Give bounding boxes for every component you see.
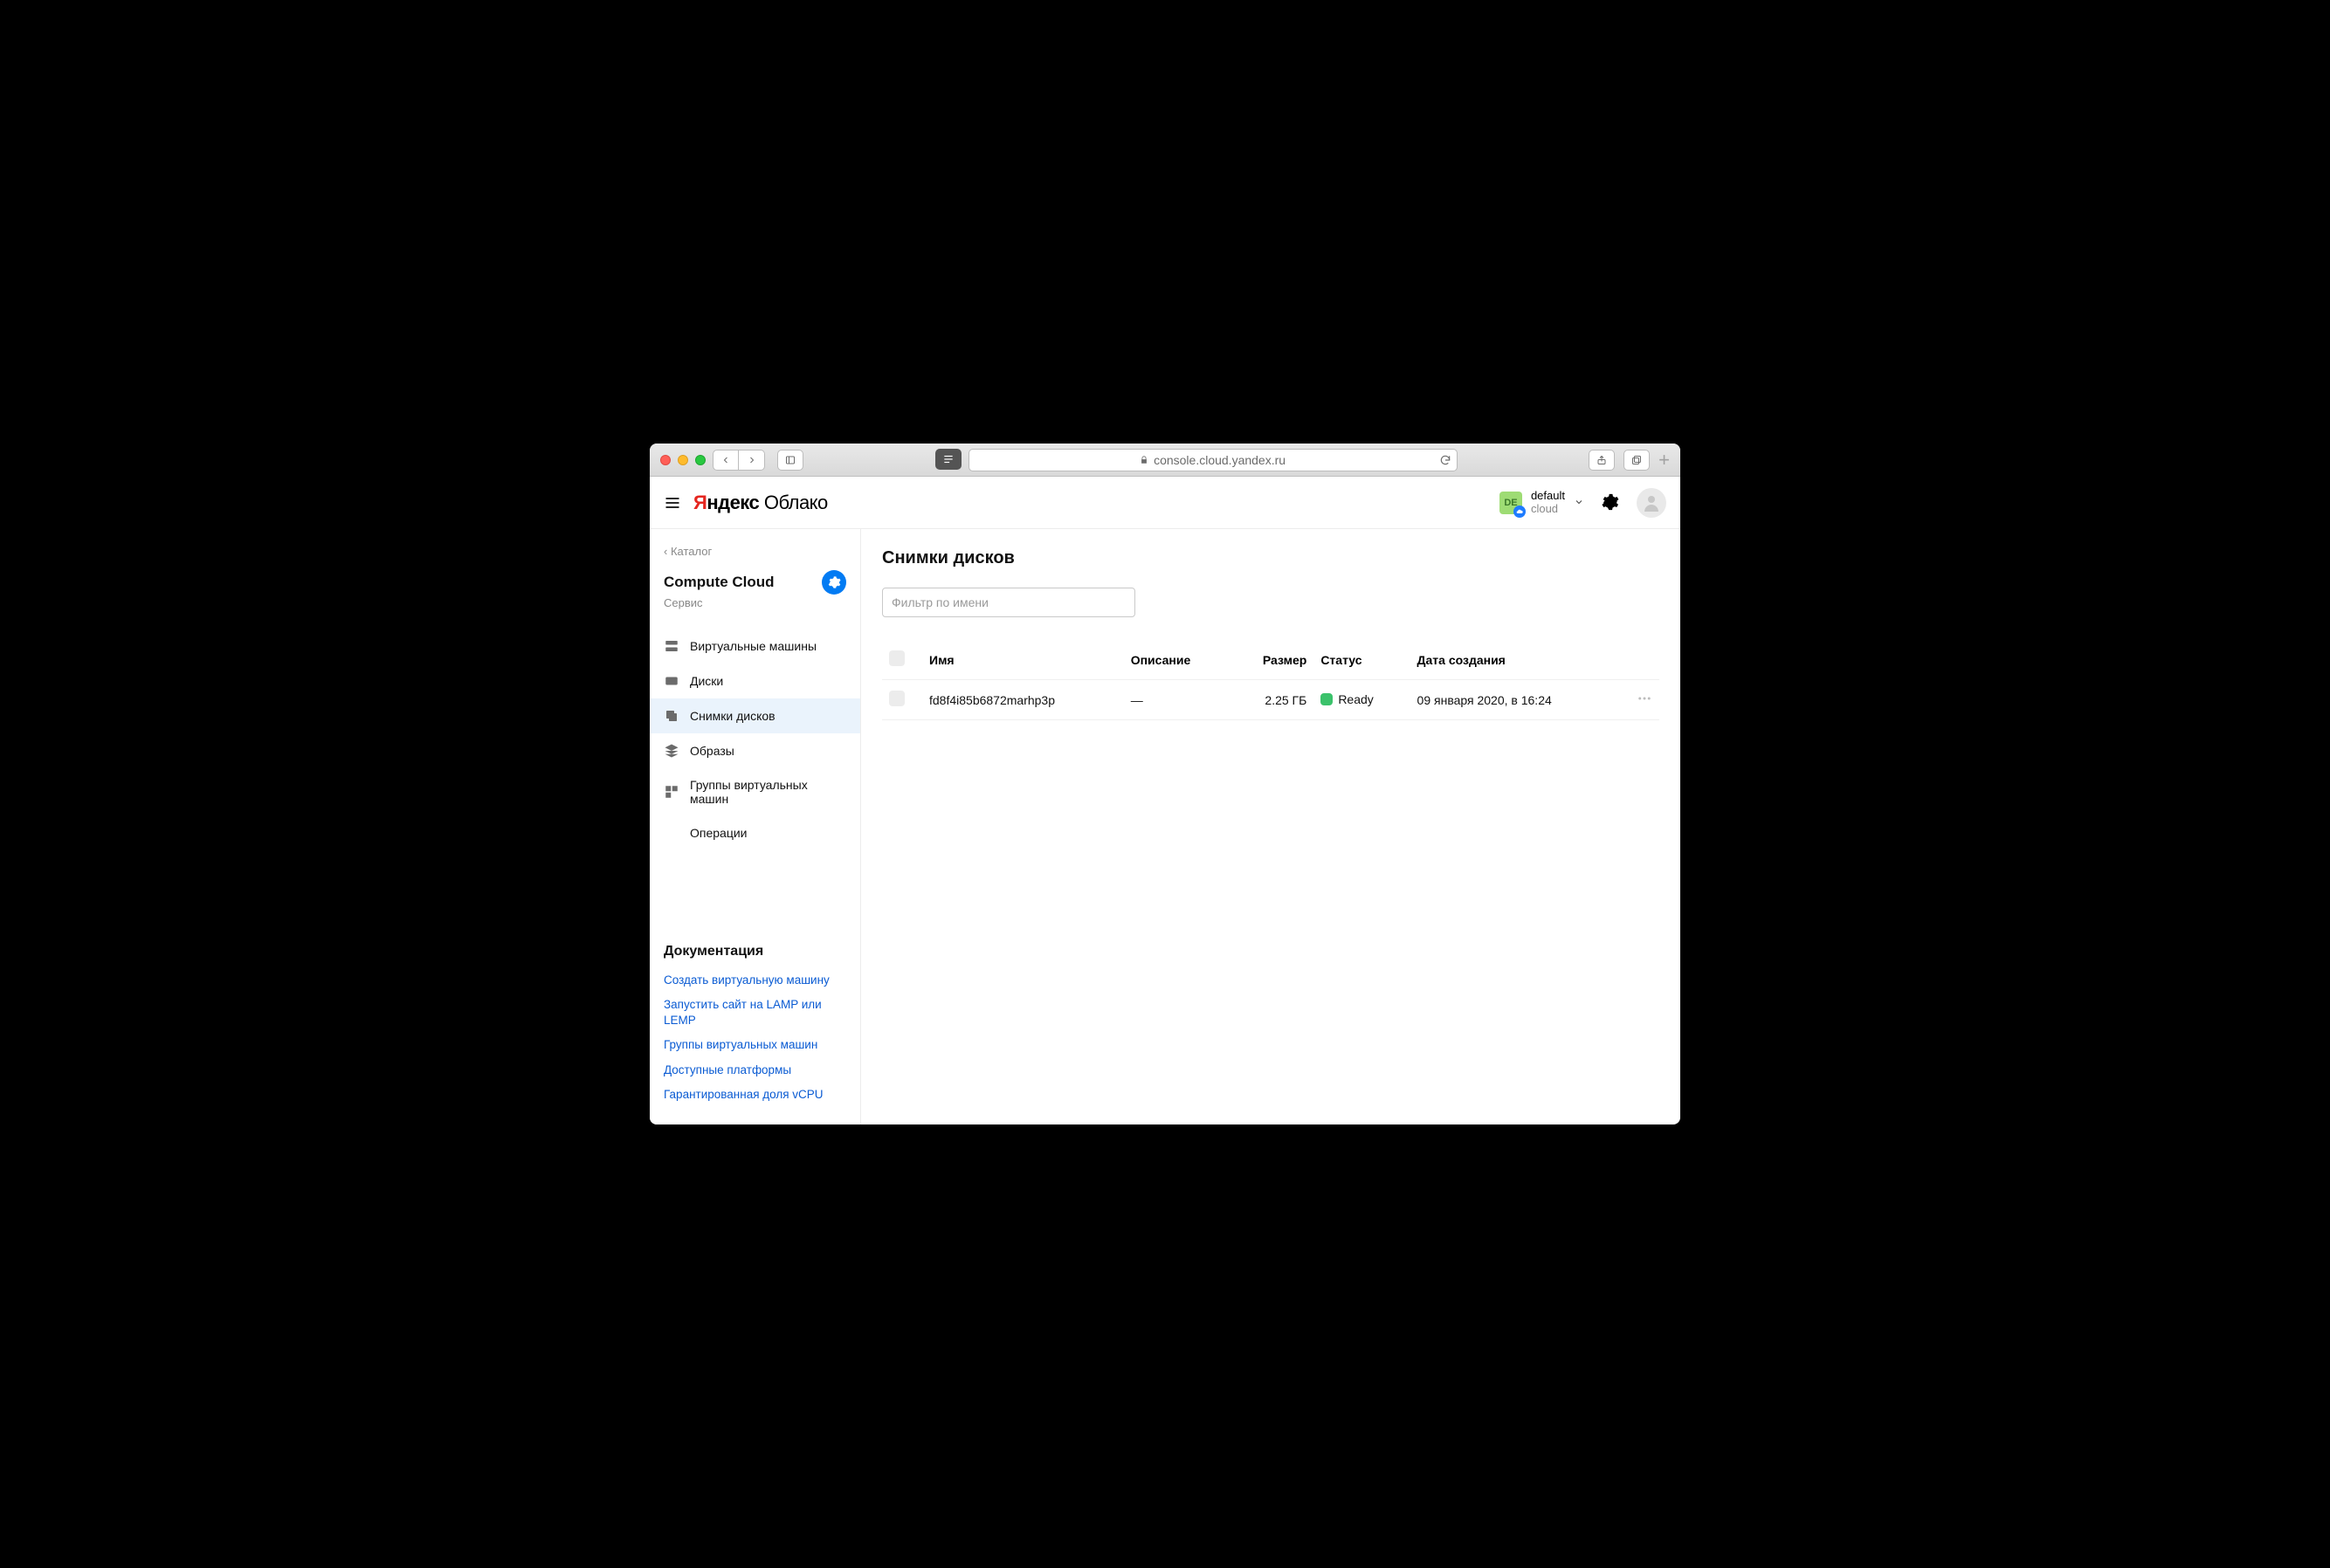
- doc-link-platforms[interactable]: Доступные платформы: [650, 1058, 860, 1083]
- folder-selector[interactable]: DE default cloud: [1499, 490, 1584, 516]
- app-body: Каталог Compute Cloud Сервис Виртуальные…: [650, 529, 1680, 1124]
- status-indicator: [1320, 693, 1333, 705]
- sidebar-item-vms[interactable]: Виртуальные машины: [650, 629, 860, 664]
- user-avatar[interactable]: [1637, 488, 1666, 518]
- disk-icon: [664, 673, 679, 689]
- service-settings-button[interactable]: [822, 570, 846, 595]
- cloud-icon: [1513, 505, 1526, 518]
- sidebar-item-label: Снимки дисков: [690, 709, 776, 723]
- cell-description: —: [1124, 680, 1230, 720]
- nav-back-forward: [713, 450, 765, 471]
- browser-window: console.cloud.yandex.ru + Яндекс Облако: [650, 444, 1680, 1124]
- status-text: Ready: [1338, 692, 1373, 706]
- tabs-button[interactable]: [1623, 450, 1650, 471]
- sidebar-item-label: Операции: [690, 826, 748, 840]
- breadcrumb-back[interactable]: Каталог: [650, 545, 860, 570]
- doc-link-create-vm[interactable]: Создать виртуальную машину: [650, 968, 860, 993]
- sidebar-item-images[interactable]: Образы: [650, 733, 860, 768]
- select-all-checkbox[interactable]: [889, 650, 905, 666]
- sidebar-item-snapshots[interactable]: Снимки дисков: [650, 698, 860, 733]
- logo[interactable]: Яндекс Облако: [693, 492, 828, 514]
- lock-icon: [1140, 453, 1148, 467]
- service-name: Compute Cloud: [664, 574, 775, 591]
- menu-button[interactable]: [660, 491, 685, 515]
- reader-mode-button[interactable]: [935, 449, 962, 470]
- share-button[interactable]: [1589, 450, 1615, 471]
- settings-button[interactable]: [1600, 492, 1621, 513]
- page-title: Снимки дисков: [882, 548, 1659, 568]
- layers-icon: [664, 743, 679, 759]
- table-row[interactable]: fd8f4i85b6872marhp3p — 2.25 ГБ Ready 09 …: [882, 680, 1659, 720]
- address-url: console.cloud.yandex.ru: [1154, 453, 1286, 467]
- app-header: Яндекс Облако DE default cloud: [650, 477, 1680, 529]
- main-content: Снимки дисков Имя Описание Размер Статус…: [861, 529, 1680, 1124]
- back-button[interactable]: [713, 450, 739, 471]
- sidebar-toggle-button[interactable]: [777, 450, 803, 471]
- folder-badge: DE: [1499, 492, 1522, 514]
- cell-status: Ready: [1313, 680, 1410, 720]
- col-size[interactable]: Размер: [1230, 640, 1314, 680]
- chevron-down-icon: [1574, 496, 1584, 510]
- snapshots-table: Имя Описание Размер Статус Дата создания…: [882, 640, 1659, 720]
- docs-heading: Документация: [650, 944, 860, 968]
- forward-button[interactable]: [739, 450, 765, 471]
- list-icon: [664, 825, 679, 841]
- close-window-button[interactable]: [660, 455, 671, 465]
- cell-name: fd8f4i85b6872marhp3p: [922, 680, 1124, 720]
- cell-size: 2.25 ГБ: [1230, 680, 1314, 720]
- new-tab-button[interactable]: +: [1658, 450, 1670, 470]
- service-subtitle: Сервис: [650, 595, 860, 629]
- doc-link-instance-groups[interactable]: Группы виртуальных машин: [650, 1033, 860, 1057]
- logo-cloud: Облако: [759, 492, 828, 513]
- col-description[interactable]: Описание: [1124, 640, 1230, 680]
- row-checkbox[interactable]: [889, 691, 905, 706]
- sidebar: Каталог Compute Cloud Сервис Виртуальные…: [650, 529, 861, 1124]
- sidebar-item-instance-groups[interactable]: Группы виртуальных машин: [650, 768, 860, 815]
- filter-input[interactable]: [882, 588, 1135, 617]
- logo-rest: ндекс: [707, 492, 759, 513]
- col-created[interactable]: Дата создания: [1410, 640, 1624, 680]
- folder-name: default: [1531, 490, 1565, 503]
- doc-link-vcpu[interactable]: Гарантированная доля vCPU: [650, 1083, 860, 1107]
- zoom-window-button[interactable]: [695, 455, 706, 465]
- group-icon: [664, 784, 679, 800]
- sidebar-item-label: Виртуальные машины: [690, 639, 817, 653]
- sidebar-item-disks[interactable]: Диски: [650, 664, 860, 698]
- address-bar[interactable]: console.cloud.yandex.ru: [969, 449, 1458, 471]
- reload-button[interactable]: [1439, 454, 1451, 469]
- sidebar-item-label: Образы: [690, 744, 734, 758]
- window-controls: [660, 455, 706, 465]
- server-icon: [664, 638, 679, 654]
- cell-created: 09 января 2020, в 16:24: [1410, 680, 1624, 720]
- row-actions-button[interactable]: [1637, 695, 1652, 709]
- col-name[interactable]: Имя: [922, 640, 1124, 680]
- titlebar: console.cloud.yandex.ru +: [650, 444, 1680, 477]
- logo-brand-letter: Я: [693, 492, 707, 513]
- sidebar-item-operations[interactable]: Операции: [650, 815, 860, 850]
- doc-link-lamp-lemp[interactable]: Запустить сайт на LAMP или LEMP: [650, 993, 860, 1033]
- sidebar-item-label: Диски: [690, 674, 723, 688]
- folder-cloud: cloud: [1531, 503, 1565, 516]
- sidebar-item-label: Группы виртуальных машин: [690, 778, 846, 806]
- snapshot-icon: [664, 708, 679, 724]
- folder-texts: default cloud: [1531, 490, 1565, 516]
- minimize-window-button[interactable]: [678, 455, 688, 465]
- col-status[interactable]: Статус: [1313, 640, 1410, 680]
